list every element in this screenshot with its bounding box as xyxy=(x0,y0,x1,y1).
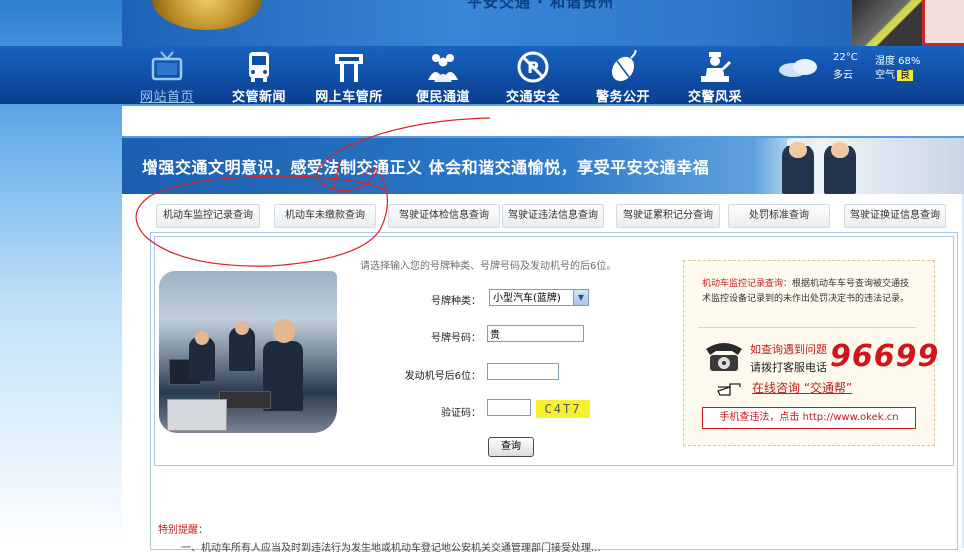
nav-label: 网站首页 xyxy=(139,90,194,105)
slogan-text: 增强交通文明意识，感受法制交通正义 体会和谐交通愉悦，享受平安交通幸福 xyxy=(142,158,710,177)
nav-label: 交管新闻 xyxy=(231,90,286,105)
weather-humidity: 湿度 68% xyxy=(875,56,921,67)
weather-condition: 多云 xyxy=(833,70,853,81)
plate-type-value: 小型汽车(蓝牌) xyxy=(493,293,561,304)
no-parking-icon: P xyxy=(517,51,549,83)
tab-monitor-records[interactable]: 机动车监控记录查询 xyxy=(156,204,260,228)
plate-type-label: 号牌种类： xyxy=(431,296,481,307)
nav-label: 便民通道 xyxy=(415,90,470,105)
plate-type-select[interactable]: 小型汽车(蓝牌) ▼ xyxy=(489,289,589,306)
nav-item-police-affairs[interactable]: 警务公开 xyxy=(578,50,668,105)
query-form-box: 请选择输入您的号牌种类、号牌号码及发动机号的后6位。 号牌种类： 小型汽车(蓝牌… xyxy=(154,236,954,466)
officer-figure xyxy=(824,138,856,194)
people-icon xyxy=(428,54,458,82)
hotline-number: 96699 xyxy=(830,339,940,374)
info-call-text: 请拨打客服电话 xyxy=(750,361,827,374)
tv-icon xyxy=(151,51,183,81)
info-box: 机动车监控记录查询：根据机动车车号查询被交通技术监控设备记录到的未作出处罚决定书… xyxy=(683,260,938,446)
traffic-officers-image xyxy=(754,138,964,194)
nav-item-convenience[interactable]: 便民通道 xyxy=(398,50,488,105)
nav-label: 交通安全 xyxy=(505,90,560,105)
nav-item-news[interactable]: 交管新闻 xyxy=(214,50,304,105)
nav-label: 警务公开 xyxy=(595,90,650,105)
query-tabs: 机动车监控记录查询 机动车未缴款查询 驾驶证体检信息查询 驾驶证违法信息查询 驾… xyxy=(152,204,952,228)
cloud-icon xyxy=(779,59,817,77)
info-description: 机动车监控记录查询：根据机动车车号查询被交通技术监控设备记录到的未作出处罚决定书… xyxy=(702,277,916,307)
top-banner: 平安交通 · 和谐贵州 xyxy=(122,0,964,46)
query-button[interactable]: 查询 xyxy=(488,437,534,457)
banner-stamp-logo xyxy=(922,0,964,46)
weather-temperature: 22°C xyxy=(833,52,858,63)
plate-number-input[interactable] xyxy=(487,325,584,342)
form-instruction: 请选择输入您的号牌种类、号牌号码及发动机号的后6位。 xyxy=(360,261,617,272)
control-room-photo xyxy=(159,271,337,433)
weather-widget: 22°C 多云 湿度 68% 空气良 xyxy=(775,52,935,88)
traffic-police-icon xyxy=(701,52,732,82)
notice-title: 特别提醒： xyxy=(158,525,208,536)
mobile-violation-link[interactable]: 手机查违法，点击 http://www.okek.cn xyxy=(702,407,916,429)
nav-item-home[interactable]: 网站首页 xyxy=(122,50,212,105)
slogan-banner: 增强交通文明意识，感受法制交通正义 体会和谐交通愉悦，享受平安交通幸福 xyxy=(122,136,964,194)
engine-number-label: 发动机号后6位： xyxy=(404,371,481,382)
nav-item-police-style[interactable]: 交警风采 xyxy=(670,50,760,105)
chevron-down-icon[interactable]: ▼ xyxy=(573,290,588,305)
tab-license-medical[interactable]: 驾驶证体检信息查询 xyxy=(388,204,500,228)
notice-body: 一、机动车所有人应当及时到违法行为发生地或机动车登记地公安机关交通管理部门接受处… xyxy=(181,543,601,554)
tab-license-points[interactable]: 驾驶证累积记分查询 xyxy=(616,204,720,228)
info-problem-text: 如查询遇到问题 xyxy=(750,343,827,356)
telephone-icon xyxy=(706,343,742,371)
tab-license-renewal[interactable]: 驾驶证换证信息查询 xyxy=(844,204,946,228)
divider xyxy=(698,327,916,328)
captcha-input[interactable] xyxy=(487,399,531,416)
police-emblem-icon xyxy=(152,0,262,30)
officer-figure xyxy=(782,138,814,194)
engine-number-input[interactable] xyxy=(487,363,559,380)
air-quality-badge: 良 xyxy=(897,70,913,81)
nav-item-traffic-safety[interactable]: P 交通安全 xyxy=(488,50,578,105)
online-consult-link[interactable]: 在线咨询 “交通帮” xyxy=(752,379,852,396)
captcha-label: 验证码： xyxy=(441,408,481,419)
mouse-icon xyxy=(611,50,637,82)
tab-unpaid-fines[interactable]: 机动车未缴款查询 xyxy=(274,204,376,228)
pointing-hand-icon xyxy=(717,383,741,396)
plate-number-label: 号牌号码： xyxy=(431,333,481,344)
query-panel: 请选择输入您的号牌种类、号牌号码及发动机号的后6位。 号牌种类： 小型汽车(蓝牌… xyxy=(150,232,958,554)
bus-icon xyxy=(249,52,269,82)
tab-license-violations[interactable]: 驾驶证违法信息查询 xyxy=(502,204,604,228)
toll-gate-icon xyxy=(335,54,363,82)
nav-label: 网上车管所 xyxy=(315,90,383,105)
banner-police-image xyxy=(852,0,922,46)
weather-air-quality: 空气良 xyxy=(875,66,913,81)
captcha-image[interactable]: C4T7 xyxy=(536,400,590,418)
info-title: 机动车监控记录查询： xyxy=(702,279,793,289)
spacer xyxy=(122,106,964,136)
banner-slogan: 平安交通 · 和谐贵州 xyxy=(467,0,615,11)
tab-penalty-standards[interactable]: 处罚标准查询 xyxy=(728,204,830,228)
nav-item-online-dmv[interactable]: 网上车管所 xyxy=(304,50,394,105)
nav-label: 交警风采 xyxy=(687,90,742,105)
air-quality-label: 空气 xyxy=(875,70,895,81)
